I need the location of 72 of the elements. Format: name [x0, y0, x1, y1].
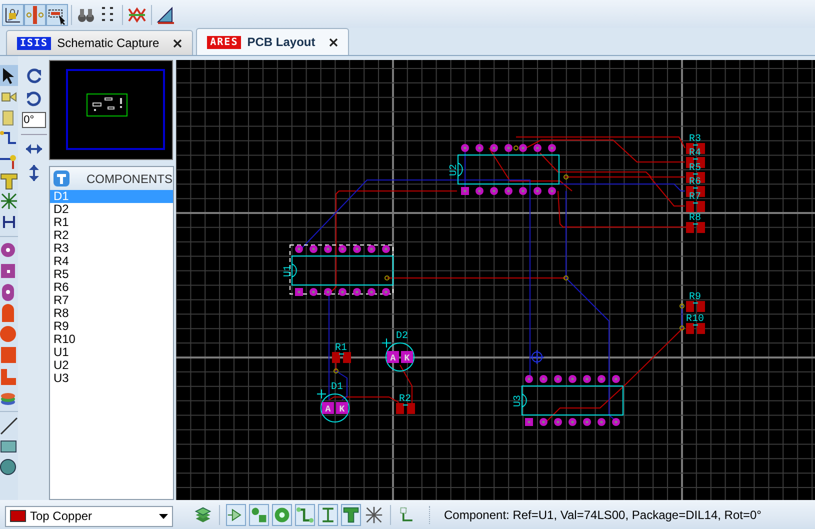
polarity-mark [382, 338, 392, 348]
panel-title: COMPONENTS [86, 170, 172, 188]
close-icon[interactable] [329, 38, 338, 46]
via [384, 276, 390, 280]
component-label: U2 [449, 164, 460, 176]
status-text: Component: Ref=U1, Val=74LS00, Package=DIL14, Rot=0° [429, 506, 762, 524]
component-list-item[interactable]: R4 [50, 255, 173, 268]
pins-icon[interactable] [24, 4, 46, 26]
pad-label: K [339, 404, 345, 414]
line-icon[interactable] [0, 415, 18, 436]
via [680, 304, 684, 308]
pad-label: A [325, 404, 331, 414]
component-list-item[interactable]: R10 [50, 333, 173, 346]
connector-icon[interactable] [318, 504, 338, 526]
round-pad-icon[interactable] [272, 504, 292, 526]
component-list-item[interactable]: R3 [50, 242, 173, 255]
via [334, 368, 338, 374]
app-logo: ARES [207, 36, 242, 48]
pad-label: A [390, 354, 396, 364]
mirror-horizontal-icon[interactable] [24, 143, 43, 155]
close-icon[interactable] [173, 38, 182, 48]
component-list-item[interactable]: D2 [50, 203, 173, 216]
circle-icon[interactable] [0, 457, 18, 478]
track-icon[interactable] [295, 504, 315, 526]
tab[interactable]: ARES PCB Layout [196, 28, 350, 55]
component-label: D2 [396, 331, 408, 342]
component-list-item[interactable]: R6 [50, 281, 173, 294]
angle-field[interactable]: 0° [22, 112, 46, 128]
pad-label: K [404, 354, 410, 364]
component-list-item[interactable]: R9 [50, 320, 173, 333]
component-label: R6 [689, 177, 701, 188]
component-label: U1 [283, 265, 294, 277]
component-list-item[interactable]: R5 [50, 268, 173, 281]
app-logo: ISIS [17, 36, 52, 50]
pads-icon[interactable] [249, 504, 269, 526]
tab[interactable]: ISIS Schematic Capture [6, 30, 194, 55]
origin-marker [530, 350, 544, 364]
component-list-item[interactable]: U2 [50, 359, 173, 372]
component-label: R1 [335, 343, 347, 354]
component-list-item[interactable]: R1 [50, 216, 173, 229]
component-label: R10 [686, 314, 704, 325]
component-icon[interactable] [226, 504, 246, 526]
caret-icon [159, 514, 168, 518]
component-list-item[interactable]: U1 [50, 346, 173, 359]
polygon-pad-icon[interactable] [0, 366, 18, 387]
component-label: R9 [689, 292, 701, 303]
via [564, 276, 568, 280]
component-list-item[interactable]: R2 [50, 229, 173, 242]
component-label: R2 [399, 394, 411, 405]
polarity-mark [316, 389, 326, 399]
component-label: D1 [331, 382, 343, 393]
selection-icon[interactable] [46, 4, 68, 26]
ratsnest-icon[interactable] [0, 191, 18, 212]
component-list-item[interactable]: R7 [50, 294, 173, 307]
component-label: R3 [689, 134, 701, 145]
via [680, 326, 684, 330]
terminal-mode-icon[interactable] [53, 170, 70, 187]
component-label: R8 [689, 213, 701, 224]
terminal-icon[interactable] [341, 504, 361, 526]
circle-pad-icon[interactable] [0, 324, 18, 345]
mirror-vertical-icon[interactable] [28, 164, 40, 182]
component-label: U3 [513, 395, 524, 407]
rect-pad-icon[interactable] [0, 345, 18, 366]
rotate-clockwise-icon[interactable] [24, 67, 43, 85]
layer-dropdown[interactable]: Top Copper [5, 506, 173, 526]
component-list-item[interactable]: R8 [50, 307, 173, 320]
component-list-item[interactable]: U3 [50, 372, 173, 385]
via [564, 174, 568, 180]
rotate-anticlockwise-icon[interactable] [24, 90, 43, 108]
layer-swatch [10, 510, 26, 522]
via [514, 146, 518, 150]
grid-lock-icon[interactable] [2, 4, 24, 26]
